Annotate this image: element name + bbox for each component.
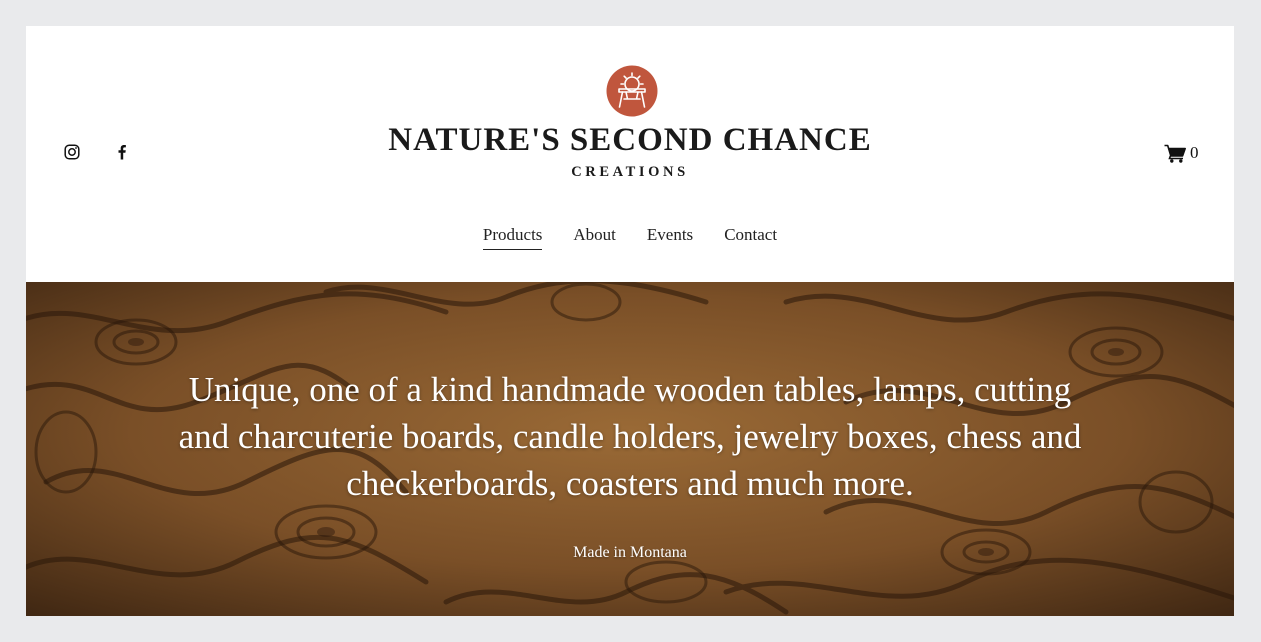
site-header: NATURE'S SECOND CHANCE CREATIONS 0 Produ… xyxy=(26,26,1234,282)
hero-subheading: Made in Montana xyxy=(573,544,687,561)
nav-item-contact[interactable]: Contact xyxy=(724,225,777,250)
cart-count: 0 xyxy=(1190,143,1199,162)
nav-item-about[interactable]: About xyxy=(573,225,616,250)
nav-item-events[interactable]: Events xyxy=(647,225,693,250)
sawmill-logo-icon[interactable] xyxy=(606,65,658,117)
page-frame: NATURE'S SECOND CHANCE CREATIONS 0 Produ… xyxy=(26,26,1234,616)
nav-item-products[interactable]: Products xyxy=(482,225,543,250)
main-nav: Products About Events Contact xyxy=(26,225,1234,250)
hero-heading: Unique, one of a kind handmade wooden ta… xyxy=(178,370,1082,503)
cart-button[interactable]: 0 xyxy=(1164,143,1199,163)
hero-banner: Unique, one of a kind handmade wooden ta… xyxy=(26,282,1234,616)
brand-title[interactable]: NATURE'S SECOND CHANCE xyxy=(26,122,1234,159)
brand-subtitle: CREATIONS xyxy=(571,164,689,180)
cart-icon xyxy=(1164,144,1186,163)
